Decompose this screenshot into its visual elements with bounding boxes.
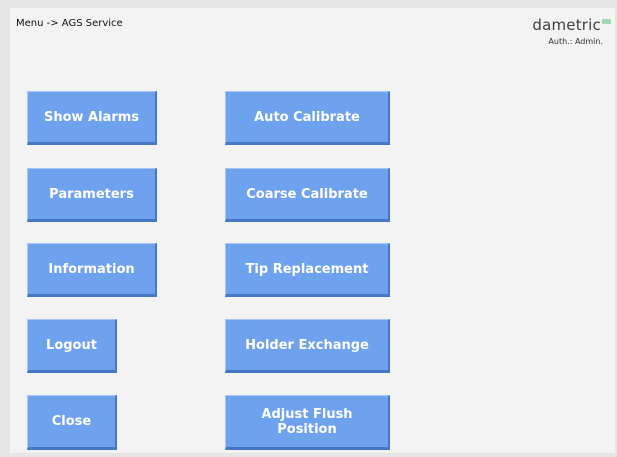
logout-button[interactable]: Logout [27, 319, 117, 373]
holder-exchange-button[interactable]: Holder Exchange [225, 319, 390, 373]
auth-level-label: Auth.: Admin. [548, 37, 603, 46]
show-alarms-button[interactable]: Show Alarms [27, 91, 157, 145]
tip-replacement-button[interactable]: Tip Replacement [225, 243, 390, 297]
coarse-calibrate-button[interactable]: Coarse Calibrate [225, 168, 390, 222]
logo-accent-icon [602, 19, 611, 24]
main-panel: Menu -> AGS Service dametric Auth.: Admi… [10, 8, 615, 453]
adjust-flush-position-button[interactable]: Adjust Flush Position [225, 395, 390, 450]
auto-calibrate-button[interactable]: Auto Calibrate [225, 91, 390, 145]
information-button[interactable]: Information [27, 243, 157, 297]
close-button[interactable]: Close [27, 395, 117, 450]
dametric-logo: dametric [532, 16, 601, 34]
breadcrumb: Menu -> AGS Service [16, 18, 123, 29]
parameters-button[interactable]: Parameters [27, 168, 157, 222]
